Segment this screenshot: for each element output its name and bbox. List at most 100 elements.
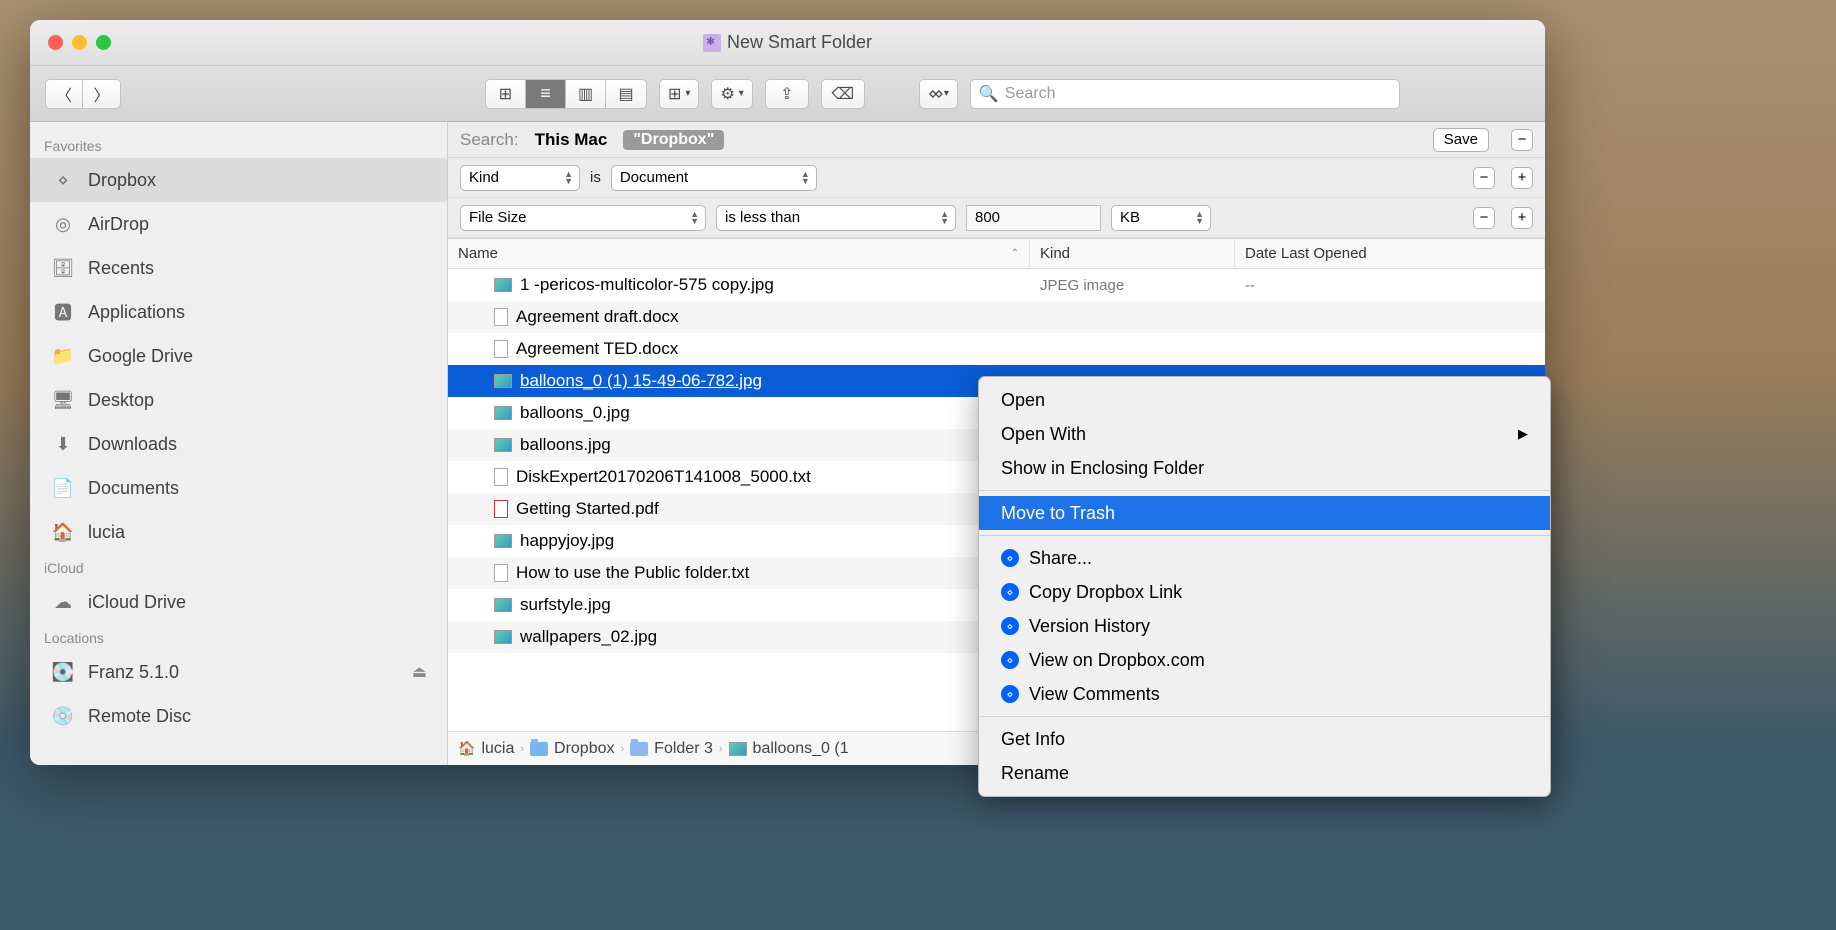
forward-button[interactable]: 〉 — [83, 79, 121, 109]
back-button[interactable]: 〈 — [45, 79, 83, 109]
img-icon — [494, 374, 512, 388]
rule1-rel: is — [590, 169, 601, 186]
file-row[interactable]: Agreement TED.docx — [448, 333, 1545, 365]
titlebar: New Smart Folder — [30, 20, 1545, 66]
search-field[interactable]: 🔍 Search — [970, 79, 1400, 109]
share-button[interactable] — [765, 79, 809, 109]
sidebar-item-remote-disc[interactable]: 💿 Remote Disc — [30, 694, 447, 738]
dropbox-icon — [928, 84, 940, 104]
scope-dropbox[interactable]: "Dropbox" — [623, 130, 724, 150]
path-seg[interactable]: Dropbox — [554, 740, 614, 758]
columns-icon — [578, 84, 593, 104]
image-icon — [729, 742, 747, 756]
gear-icon — [720, 84, 734, 104]
sidebar-item-applications[interactable]: 🅰Applications — [30, 290, 447, 334]
rule1-add[interactable]: + — [1511, 167, 1533, 189]
img-icon — [494, 438, 512, 452]
rule2-remove[interactable]: − — [1473, 207, 1495, 229]
sidebar-item-franz-5-1-0[interactable]: 💽Franz 5.1.0⏏ — [30, 650, 447, 694]
path-seg[interactable]: lucia — [481, 740, 514, 758]
cm-get-info[interactable]: Get Info — [979, 722, 1550, 756]
cm-view-web[interactable]: ⋄View on Dropbox.com — [979, 643, 1550, 677]
file-date: -- — [1235, 277, 1545, 294]
col-kind[interactable]: Kind — [1030, 239, 1235, 268]
dropbox-icon: ⋄ — [1001, 651, 1019, 669]
file-kind: JPEG image — [1030, 277, 1235, 294]
rule-row-1: Kind▲▼ is Document▲▼ − + — [448, 158, 1545, 198]
rule2-value[interactable] — [966, 205, 1101, 231]
downloads-icon: ⬇ — [50, 434, 76, 455]
minimize-button[interactable] — [72, 35, 87, 50]
scope-bar: Search: This Mac "Dropbox" Save − — [448, 122, 1545, 158]
disc-icon: 💿 — [50, 706, 76, 727]
path-seg[interactable]: Folder 3 — [654, 740, 713, 758]
view-switcher — [485, 79, 647, 109]
separator — [979, 490, 1550, 491]
rule2-attr[interactable]: File Size▲▼ — [460, 205, 706, 231]
cm-rename[interactable]: Rename — [979, 756, 1550, 790]
rule1-attr[interactable]: Kind▲▼ — [460, 165, 580, 191]
doc-icon — [494, 308, 508, 326]
file-row[interactable]: Agreement draft.docx — [448, 301, 1545, 333]
eject-icon[interactable]: ⏏ — [412, 662, 427, 682]
cm-version-history[interactable]: ⋄Version History — [979, 609, 1550, 643]
folder-icon — [530, 742, 548, 756]
rule1-remove[interactable]: − — [1473, 167, 1495, 189]
chevron-down-icon: ▾ — [739, 88, 744, 99]
col-name[interactable]: Name⌃ — [448, 239, 1030, 268]
file-name: Agreement TED.docx — [516, 339, 678, 359]
rule2-unit[interactable]: KB▲▼ — [1111, 205, 1211, 231]
sidebar-item-label: Remote Disc — [88, 706, 191, 727]
cm-open[interactable]: Open — [979, 383, 1550, 417]
col-date[interactable]: Date Last Opened — [1235, 239, 1545, 268]
dropbox-button[interactable]: ▾ — [919, 79, 958, 109]
share-icon — [780, 84, 793, 104]
cm-share[interactable]: ⋄Share... — [979, 541, 1550, 575]
scope-this-mac[interactable]: This Mac — [535, 130, 608, 150]
cm-show-enclosing[interactable]: Show in Enclosing Folder — [979, 451, 1550, 485]
group-button[interactable]: ▾ — [659, 79, 699, 109]
sidebar-header-favorites: Favorites — [30, 132, 447, 158]
sidebar-item-airdrop[interactable]: ◎ AirDrop — [30, 202, 447, 246]
cm-open-with[interactable]: Open With▶ — [979, 417, 1550, 451]
file-name: happyjoy.jpg — [520, 531, 614, 551]
img-icon — [494, 630, 512, 644]
save-button[interactable]: Save — [1433, 128, 1489, 152]
sidebar-item-google-drive[interactable]: 📁Google Drive — [30, 334, 447, 378]
search-label: Search: — [460, 130, 519, 150]
tags-button[interactable] — [821, 79, 865, 109]
pdf-icon — [494, 500, 508, 518]
sidebar-item-lucia[interactable]: 🏠lucia — [30, 510, 447, 554]
file-row[interactable]: 1 -pericos-multicolor-575 copy.jpgJPEG i… — [448, 269, 1545, 301]
column-view-button[interactable] — [566, 79, 606, 109]
window-title-text: New Smart Folder — [727, 32, 872, 53]
cm-view-comments[interactable]: ⋄View Comments — [979, 677, 1550, 711]
sidebar-item-documents[interactable]: 📄Documents — [30, 466, 447, 510]
disk-icon: 💽 — [50, 662, 76, 683]
dropbox-icon: ⋄ — [1001, 549, 1019, 567]
path-seg[interactable]: balloons_0 (1 — [753, 740, 849, 758]
close-button[interactable] — [48, 35, 63, 50]
airdrop-icon: ◎ — [50, 214, 76, 235]
cm-copy-link[interactable]: ⋄Copy Dropbox Link — [979, 575, 1550, 609]
sidebar-item-downloads[interactable]: ⬇Downloads — [30, 422, 447, 466]
sidebar-item-label: iCloud Drive — [88, 592, 186, 613]
apps-icon: 🅰 — [50, 299, 76, 325]
rule1-value[interactable]: Document▲▼ — [611, 165, 817, 191]
sidebar-item-dropbox[interactable]: ⋄Dropbox — [30, 158, 447, 202]
list-view-button[interactable] — [526, 79, 566, 109]
rule2-add[interactable]: + — [1511, 207, 1533, 229]
remove-criteria-button[interactable]: − — [1511, 129, 1533, 151]
list-icon — [540, 83, 551, 104]
gallery-view-button[interactable] — [606, 79, 646, 109]
icon-view-button[interactable] — [486, 79, 526, 109]
action-button[interactable]: ▾ — [711, 79, 752, 109]
sidebar-item-label: AirDrop — [88, 214, 149, 235]
sidebar-item-icloud-drive[interactable]: ☁ iCloud Drive — [30, 580, 447, 624]
rule2-rel[interactable]: is less than▲▼ — [716, 205, 956, 231]
zoom-button[interactable] — [96, 35, 111, 50]
cm-move-to-trash[interactable]: Move to Trash — [979, 496, 1550, 530]
cloud-icon: ☁ — [50, 592, 76, 613]
sidebar-item-desktop[interactable]: 🖥Desktop — [30, 378, 447, 422]
sidebar-item-recents[interactable]: 🗄Recents — [30, 246, 447, 290]
